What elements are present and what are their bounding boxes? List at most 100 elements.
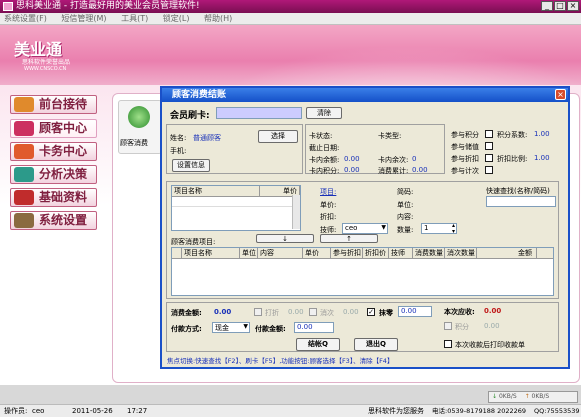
nav-label: 顾客中心 [39, 121, 88, 135]
expiry-label: 截止日期: [309, 144, 340, 152]
maximize-icon[interactable]: □ [554, 1, 566, 11]
chevron-down-icon: ▼ [381, 224, 386, 231]
nav-front-desk[interactable]: 前台接待 [10, 95, 97, 114]
item-list[interactable]: 项目名称 单价 [171, 185, 301, 231]
col-count-qty: 消次数量 [447, 248, 477, 258]
close-icon[interactable]: × [567, 1, 579, 11]
discount-price-label: 折扣: [320, 213, 337, 221]
balance-value: 0.00 [344, 155, 360, 163]
operator-value: ceo [32, 407, 45, 415]
discount-label: 打折 [265, 309, 279, 317]
opt-count-checkbox[interactable] [485, 166, 493, 174]
feature-label: 顾客消费 [120, 139, 148, 147]
clear-button[interactable]: 清除 [306, 107, 342, 119]
col-amount: 金额 [477, 248, 537, 258]
opt-points-checkbox[interactable] [485, 130, 493, 138]
slogan: 思科软件荣誉出品 [22, 59, 71, 66]
checkout-button[interactable]: 结帐Q [296, 338, 340, 351]
card-type-label: 卡类型: [378, 132, 402, 140]
menu-system[interactable]: 系统设置(F) [4, 14, 47, 23]
count-label: 卡内余次: [378, 156, 409, 164]
network-speed: ↓ 0KB/S ↑ 0KB/S [488, 391, 578, 403]
item-list-scrollbar[interactable] [292, 195, 300, 229]
phone-label: 手机: [170, 147, 187, 155]
count-value: 0 [412, 155, 417, 163]
card-status-label: 卡状态: [309, 132, 333, 140]
discount-checkbox[interactable] [254, 308, 262, 316]
quick-search-input[interactable] [486, 196, 556, 207]
shortcut-hint: 焦点切换:快速查找【F2】、刷卡【F5】,功能按钮:顾客选择【F3】、清除【F4… [167, 357, 394, 365]
due-label: 本次应收: [444, 308, 475, 316]
dialog-title: 顾客消费结账 [162, 88, 568, 102]
nav-analysis[interactable]: 分析决策 [10, 165, 97, 184]
card-input[interactable] [216, 107, 302, 119]
col-technician: 技师 [389, 248, 413, 258]
points-value: 0.00 [344, 166, 360, 174]
tech-select[interactable]: ceo ▼ [342, 223, 388, 234]
nav-label: 卡务中心 [39, 144, 88, 158]
card-icon [14, 144, 34, 159]
pay-amount-input[interactable]: 0.00 [294, 322, 334, 333]
table-row-indicator [172, 248, 182, 258]
unit-price-label: 单价: [320, 201, 337, 209]
code-label: 简码: [397, 188, 414, 196]
nav-customer-center[interactable]: 顾客中心 [10, 119, 97, 138]
round-checkbox[interactable]: ✓ [367, 308, 375, 316]
opt-discount-checkbox[interactable] [485, 154, 493, 162]
status-qq: QQ:75553539 [534, 407, 580, 415]
amount-value: 0.00 [214, 308, 232, 316]
item-list-row[interactable] [172, 197, 300, 207]
settings-info-button[interactable]: 设置信息 [172, 159, 210, 172]
opt-value-checkbox[interactable] [485, 142, 493, 150]
amount-label: 消费金额: [171, 309, 202, 317]
dialog-close-icon[interactable]: × [555, 89, 566, 100]
consume-count-label: 消次 [320, 309, 334, 317]
add-item-button[interactable]: ↓ [256, 234, 314, 243]
total-value: 0.00 [412, 166, 428, 174]
opt-value-label: 参与储值 [451, 143, 479, 151]
round-label: 抹零 [379, 309, 393, 317]
status-phone: 电话:0539-8179188 2022269 [432, 407, 527, 415]
card-label: 会员刷卡: [170, 111, 210, 121]
col-item-name: 项目名称 [182, 248, 240, 258]
select-customer-button[interactable]: 选择 [258, 130, 298, 143]
opt-discount-label: 参与折扣 [451, 155, 479, 163]
quick-search-label: 快速查找(名称/简码) [486, 187, 550, 195]
exit-button[interactable]: 退出Q [354, 338, 398, 351]
menu-sms[interactable]: 短信管理(M) [61, 14, 106, 23]
col-price: 单价 [303, 248, 331, 258]
pay-method-value: 现金 [215, 324, 229, 332]
nav-base-data[interactable]: 基础资料 [10, 188, 97, 207]
col-join-discount: 参与折扣 [333, 248, 363, 258]
item-label[interactable]: 项目: [320, 187, 336, 197]
arrow-up-icon: ↑ [346, 235, 352, 243]
print-receipt-checkbox[interactable] [444, 340, 452, 348]
earn-points-checkbox[interactable] [444, 322, 452, 330]
name-value: 普通顾客 [193, 134, 221, 142]
minimize-icon[interactable]: _ [541, 1, 553, 11]
consumed-items-table[interactable]: 项目名称 单位 内容 单价 参与折扣 折扣价 技师 消费数量 消次数量 金额 [171, 247, 554, 296]
consume-count-checkbox[interactable] [309, 308, 317, 316]
chart-icon [14, 167, 34, 182]
pay-method-select[interactable]: 现金 ▼ [212, 322, 250, 333]
nav-label: 基础资料 [39, 190, 88, 204]
earn-points-value: 0.00 [484, 322, 500, 330]
download-arrow-icon: ↓ [492, 393, 498, 400]
menu-tools[interactable]: 工具(T) [121, 14, 148, 23]
due-value: 0.00 [484, 307, 502, 315]
discount-value: 0.00 [288, 308, 304, 316]
item-list-header-name: 项目名称 [172, 186, 260, 196]
menu-lock[interactable]: 锁定(L) [163, 14, 190, 23]
pay-amount-label: 付款金额: [255, 325, 286, 333]
nav-card-center[interactable]: 卡务中心 [10, 142, 97, 161]
remove-item-button[interactable]: ↑ [320, 234, 378, 243]
nav-system-settings[interactable]: 系统设置 [10, 211, 97, 230]
settings-icon [14, 213, 34, 228]
qty-stepper[interactable]: 1 ▴ ▾ [421, 223, 457, 234]
round-input[interactable]: 0.00 [398, 306, 432, 317]
status-time: 17:27 [127, 407, 148, 415]
discount-rate-value: 1.00 [534, 154, 550, 162]
arrow-down-icon: ↓ [282, 235, 288, 243]
balance-label: 卡内余额: [309, 156, 340, 164]
menu-help[interactable]: 帮助(H) [204, 14, 232, 23]
